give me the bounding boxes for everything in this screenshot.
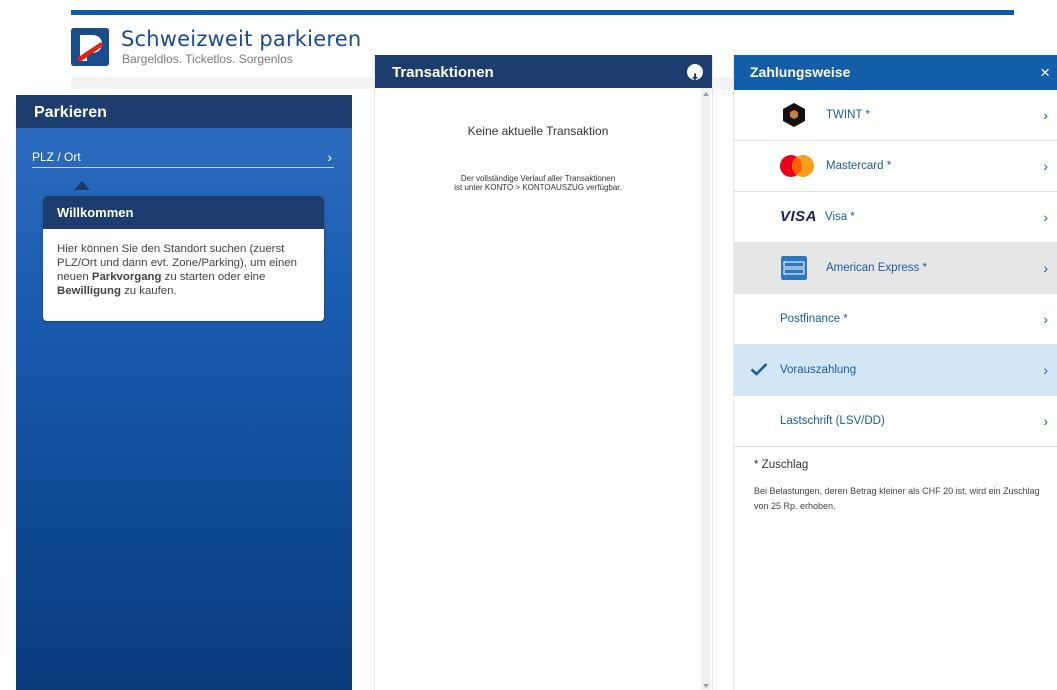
payment-method-lastschrift[interactable]: Lastschrift (LSV/DD) › bbox=[734, 396, 1057, 447]
parkieren-title: Parkieren bbox=[16, 95, 352, 128]
amex-icon bbox=[781, 256, 807, 285]
twint-icon bbox=[781, 102, 807, 133]
scroll-down-icon[interactable] bbox=[703, 684, 709, 688]
mastercard-icon bbox=[779, 154, 815, 183]
visa-icon: VISA bbox=[780, 208, 818, 225]
payment-method-label: Mastercard * bbox=[826, 160, 892, 172]
payment-method-label: Lastschrift (LSV/DD) bbox=[780, 415, 885, 427]
payment-method-visa[interactable]: VISA Visa * › bbox=[734, 192, 1057, 243]
payment-method-label: Visa * bbox=[825, 211, 855, 223]
transaktionen-panel: Transaktionen Keine aktuelle Transaktion… bbox=[374, 55, 713, 690]
parking-logo-icon[interactable] bbox=[71, 28, 109, 66]
top-accent-bar bbox=[71, 10, 1014, 15]
empty-transactions-message: Keine aktuelle Transaktion bbox=[467, 124, 609, 138]
payment-method-amex[interactable]: American Express * › bbox=[734, 243, 1057, 294]
location-field-label: PLZ / Ort bbox=[32, 150, 81, 164]
payment-method-twint[interactable]: TWINT * › bbox=[734, 90, 1057, 141]
zahlungsweise-panel: Zahlungsweise × TWINT * › Mastercard * ›… bbox=[733, 55, 1057, 690]
transactions-scrollbar[interactable] bbox=[701, 88, 711, 690]
brand-title: Schweizweit parkieren bbox=[121, 27, 362, 51]
welcome-text: Hier können Sie den Standort suchen (zue… bbox=[57, 243, 297, 297]
zahlungsweise-title: Zahlungsweise bbox=[750, 64, 851, 80]
chevron-right-icon: › bbox=[1043, 413, 1048, 429]
payment-method-vorauszahlung[interactable]: Vorauszahlung › bbox=[734, 345, 1057, 396]
chevron-right-icon: › bbox=[1043, 362, 1048, 378]
transactions-history-note: Der vollständige Verlauf aller Transakti… bbox=[454, 174, 622, 192]
download-icon[interactable] bbox=[687, 64, 703, 83]
chevron-right-icon: › bbox=[1043, 158, 1048, 174]
transaktionen-title: Transaktionen bbox=[392, 64, 494, 81]
payment-method-mastercard[interactable]: Mastercard * › bbox=[734, 141, 1057, 192]
location-search-field[interactable]: PLZ / Ort › bbox=[32, 147, 334, 168]
payment-method-label: American Express * bbox=[826, 262, 927, 274]
chevron-right-icon: › bbox=[1043, 107, 1048, 123]
chevron-right-icon: › bbox=[1043, 209, 1048, 225]
welcome-title: Willkommen bbox=[43, 196, 324, 229]
transaktionen-header: Transaktionen bbox=[375, 55, 712, 88]
chevron-right-icon: › bbox=[1043, 311, 1048, 327]
surcharge-text: Bei Belastungen, deren Betrag kleiner al… bbox=[754, 486, 1040, 511]
surcharge-title: * Zuschlag bbox=[754, 459, 809, 471]
chevron-right-icon: › bbox=[1043, 260, 1048, 276]
payment-method-postfinance[interactable]: Postfinance * › bbox=[734, 294, 1057, 345]
welcome-tooltip: Willkommen Hier können Sie den Standort … bbox=[43, 196, 324, 321]
payment-method-label: TWINT * bbox=[826, 109, 870, 121]
brand-subtitle: Bargeldlos. Ticketlos. Sorgenlos bbox=[122, 52, 293, 66]
scroll-up-icon[interactable] bbox=[703, 92, 709, 96]
tooltip-pointer bbox=[74, 181, 90, 190]
parkieren-panel: Parkieren PLZ / Ort › Willkommen Hier kö… bbox=[16, 95, 352, 690]
payment-method-label: Vorauszahlung bbox=[780, 364, 857, 376]
checkmark-icon bbox=[750, 362, 768, 381]
chevron-right-icon: › bbox=[327, 149, 332, 165]
close-icon[interactable]: × bbox=[1040, 55, 1050, 90]
zahlungsweise-header: Zahlungsweise × bbox=[734, 55, 1057, 90]
payment-method-label: Postfinance * bbox=[780, 313, 848, 325]
